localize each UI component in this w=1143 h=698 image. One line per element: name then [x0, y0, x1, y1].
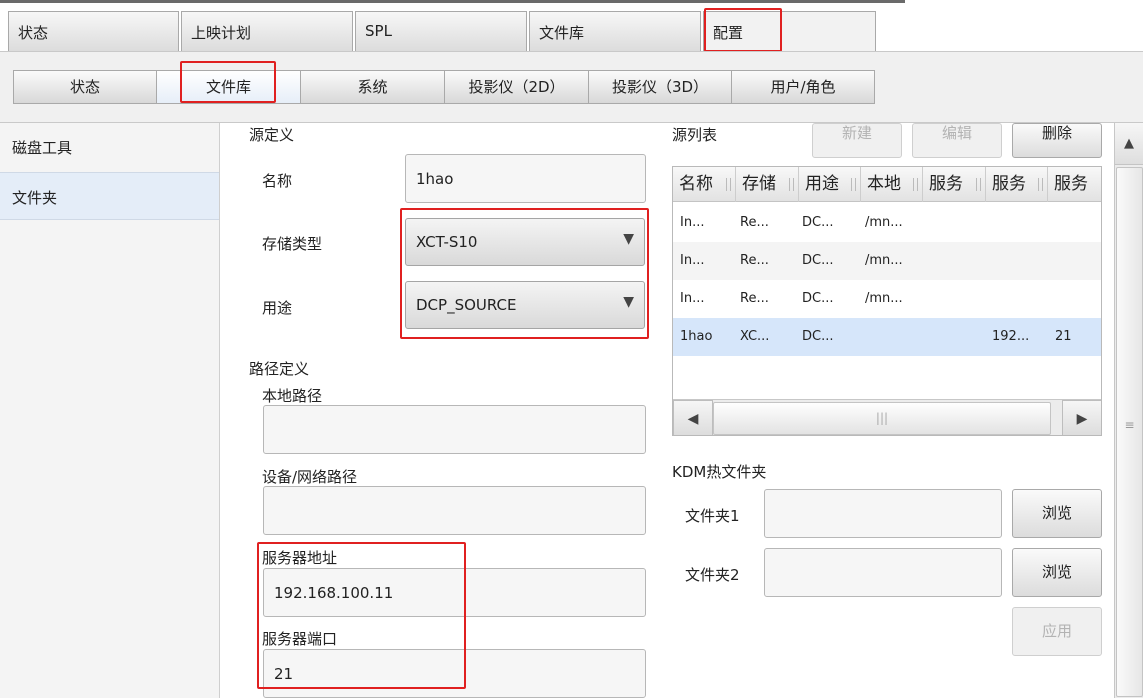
dropdown-arrow-icon: ▼	[623, 231, 634, 247]
table-row[interactable]: In... Re... DC... /mn...	[673, 204, 1101, 242]
table-cell: DC...	[802, 329, 834, 344]
dropdown-arrow-icon: ▼	[623, 294, 634, 310]
table-cell: /mn...	[865, 291, 903, 306]
page-vscrollbar[interactable]: ▲ ≡	[1114, 123, 1143, 698]
column-resize-grip	[976, 178, 981, 191]
column-header-label: 服务	[1054, 174, 1088, 194]
subtab-projector-2d[interactable]: 投影仪（2D）	[445, 70, 589, 104]
subtab-system[interactable]: 系统	[301, 70, 445, 104]
table-cell: /mn...	[865, 215, 903, 230]
table-cell: In...	[680, 215, 705, 230]
device-path-label: 设备/网络路径	[262, 468, 358, 486]
browse2-button[interactable]: 浏览	[1012, 548, 1102, 597]
folder1-label: 文件夹1	[685, 507, 740, 525]
table-cell: Re...	[740, 291, 769, 306]
column-resize-grip	[913, 178, 918, 191]
apply-button[interactable]: 应用	[1012, 607, 1102, 656]
table-cell: /mn...	[865, 253, 903, 268]
column-header-label: 服务	[992, 174, 1026, 194]
column-resize-grip	[726, 178, 731, 191]
new-button[interactable]: 新建	[812, 123, 902, 158]
table-row[interactable]: In... Re... DC... /mn...	[673, 242, 1101, 280]
scroll-up-icon[interactable]: ▲	[1115, 123, 1143, 165]
table-cell: 21	[1055, 329, 1072, 344]
column-resize-grip	[851, 178, 856, 191]
hscroll-thumb[interactable]: |||	[713, 402, 1051, 435]
kdm-title: KDM热文件夹	[672, 463, 767, 481]
column-header-usage[interactable]: 用途	[799, 167, 861, 202]
tab-config[interactable]: 配置	[703, 11, 876, 51]
column-header-service[interactable]: 服务	[923, 167, 986, 202]
subtab-projector-3d[interactable]: 投影仪（3D）	[589, 70, 732, 104]
column-header-storage[interactable]: 存储	[736, 167, 799, 202]
column-resize-grip	[1038, 178, 1043, 191]
column-header-label: 存储	[742, 174, 776, 194]
storage-type-label: 存储类型	[262, 235, 323, 253]
usage-value: DCP_SOURCE	[416, 296, 517, 314]
column-header-service[interactable]: 服务	[986, 167, 1048, 202]
table-cell: Re...	[740, 215, 769, 230]
folder1-field[interactable]	[764, 489, 1002, 538]
column-resize-grip	[789, 178, 794, 191]
scroll-left-icon[interactable]: ◀	[673, 400, 713, 435]
grip-icon: |||	[875, 411, 889, 425]
table-hscrollbar[interactable]: ◀ ||| ▶	[673, 399, 1101, 435]
usage-label: 用途	[262, 299, 293, 317]
local-path-label: 本地路径	[262, 387, 323, 405]
name-label: 名称	[262, 172, 293, 190]
device-path-field[interactable]	[263, 486, 646, 535]
subtab-status[interactable]: 状态	[13, 70, 157, 104]
window-top-edge	[0, 0, 905, 3]
table-cell: 1hao	[680, 329, 713, 344]
table-cell: DC...	[802, 291, 834, 306]
tab-schedule[interactable]: 上映计划	[181, 11, 353, 51]
table-cell: Re...	[740, 253, 769, 268]
folder2-field[interactable]	[764, 548, 1002, 597]
table-cell: DC...	[802, 253, 834, 268]
source-table: 名称 存储 用途 本地 服务 服务 服务 In... Re... DC... /…	[672, 166, 1102, 436]
subtab-users-roles[interactable]: 用户/角色	[732, 70, 875, 104]
column-header-local[interactable]: 本地	[861, 167, 923, 202]
subtab-library[interactable]: 文件库	[157, 70, 301, 104]
table-cell: In...	[680, 253, 705, 268]
server-port-field[interactable]: 21	[263, 649, 646, 698]
table-row[interactable]: In... Re... DC... /mn...	[673, 280, 1101, 318]
nav-item-disk-tools[interactable]: 磁盘工具	[0, 123, 219, 171]
table-cell: XC...	[740, 329, 770, 344]
name-field[interactable]: 1hao	[405, 154, 646, 203]
column-header-name[interactable]: 名称	[673, 167, 736, 202]
local-path-field[interactable]	[263, 405, 646, 454]
storage-type-select[interactable]: XCT-S10 ▼	[405, 218, 645, 266]
column-header-label: 名称	[679, 174, 713, 194]
table-header: 名称 存储 用途 本地 服务 服务 服务	[673, 167, 1101, 202]
column-header-label: 用途	[805, 174, 839, 194]
scroll-right-icon[interactable]: ▶	[1062, 400, 1101, 435]
nav-item-folders[interactable]: 文件夹	[0, 172, 219, 220]
column-header-label: 服务	[929, 174, 963, 194]
usage-select[interactable]: DCP_SOURCE ▼	[405, 281, 645, 329]
storage-type-value: XCT-S10	[416, 233, 478, 251]
tab-library[interactable]: 文件库	[529, 11, 701, 51]
server-address-label: 服务器地址	[262, 549, 338, 567]
column-header-service[interactable]: 服务	[1048, 167, 1101, 202]
table-cell: In...	[680, 291, 705, 306]
grip-icon: ≡	[1124, 418, 1135, 432]
path-def-title: 路径定义	[249, 360, 310, 378]
browse1-button[interactable]: 浏览	[1012, 489, 1102, 538]
vscroll-thumb[interactable]: ≡	[1116, 167, 1143, 697]
left-nav: 磁盘工具 文件夹	[0, 123, 220, 698]
table-cell: DC...	[802, 215, 834, 230]
column-header-label: 本地	[867, 174, 901, 194]
tab-spl[interactable]: SPL	[355, 11, 527, 51]
edit-button[interactable]: 编辑	[912, 123, 1002, 158]
delete-button[interactable]: 删除	[1012, 123, 1102, 158]
source-list-title: 源列表	[672, 126, 718, 144]
source-def-title: 源定义	[249, 126, 295, 144]
server-port-label: 服务器端口	[262, 630, 338, 648]
tab-status[interactable]: 状态	[8, 11, 179, 51]
table-cell: 192...	[992, 329, 1030, 344]
table-row-selected[interactable]: 1hao XC... DC... 192... 21	[673, 318, 1101, 356]
folder2-label: 文件夹2	[685, 566, 740, 584]
server-address-field[interactable]: 192.168.100.11	[263, 568, 646, 617]
